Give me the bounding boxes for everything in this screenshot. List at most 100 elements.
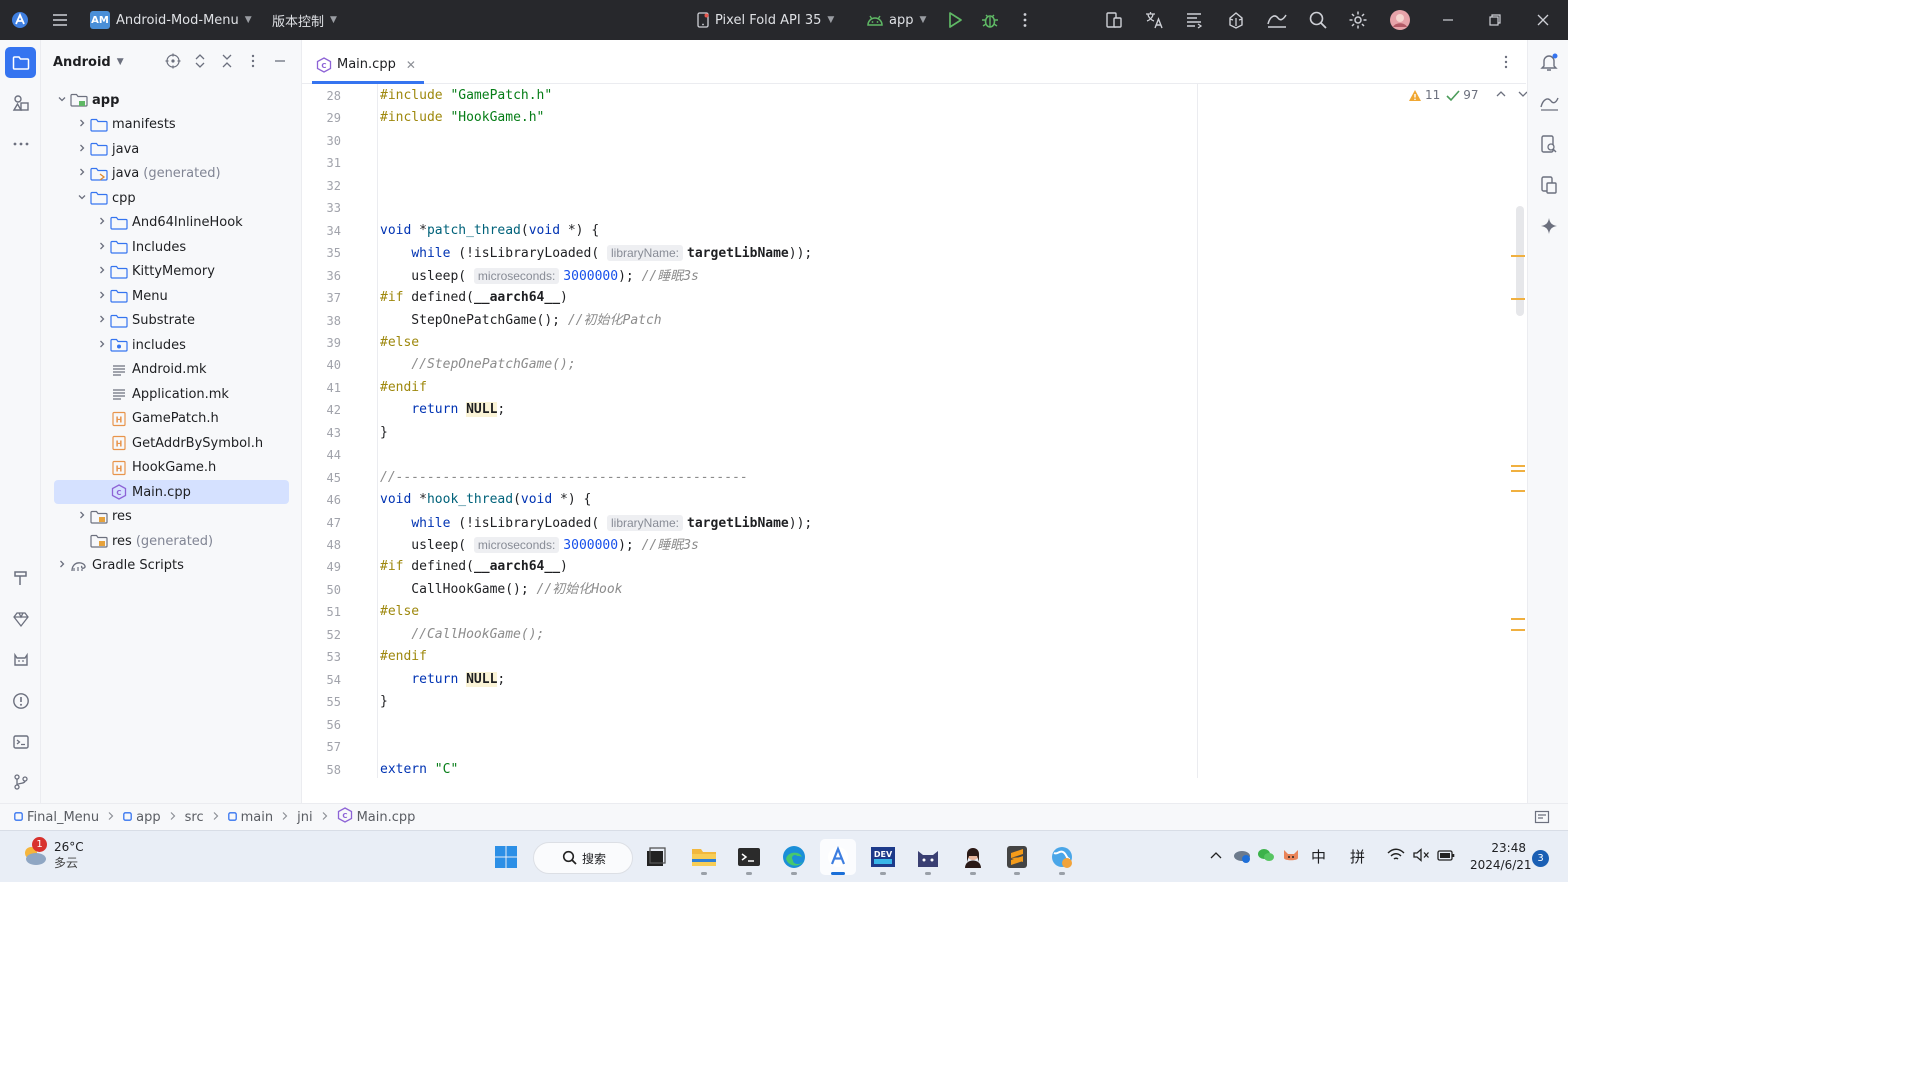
hide-panel-icon[interactable] [272,53,288,73]
terminal-icon[interactable] [5,726,36,757]
device-manager-icon[interactable] [1104,0,1124,40]
ai-sparkle-icon[interactable] [1539,216,1559,240]
code-line[interactable]: usleep( microseconds: 3000000); //睡眠3s [380,534,699,556]
volume-muted-icon[interactable] [1412,848,1430,866]
tree-item-menu[interactable]: Menu [54,284,289,308]
memory-indicator-icon[interactable] [1534,810,1550,828]
tree-item-res[interactable]: res [54,505,289,529]
breadcrumb-item[interactable]: app [123,810,161,825]
chevron-right-icon[interactable] [74,118,90,131]
chevron-right-icon[interactable] [94,241,110,254]
android-studio-button[interactable] [820,839,856,875]
chevron-down-icon[interactable] [74,192,90,205]
warning-marker[interactable] [1511,255,1525,257]
project-switcher[interactable]: AM Android-Mod-Menu ▼ [90,0,252,40]
gemini-chat-icon[interactable] [1266,0,1288,40]
chevron-right-icon[interactable] [94,265,110,278]
tree-item-java[interactable]: java (generated) [54,162,289,186]
code-line[interactable]: } [380,691,388,713]
task-view-button[interactable] [638,839,674,875]
chevron-right-icon[interactable] [94,314,110,327]
warning-marker[interactable] [1511,465,1525,467]
run-config-selector[interactable]: app ▼ [866,0,926,40]
breadcrumb-item[interactable]: src [185,810,204,825]
running-devices-icon[interactable] [1539,175,1559,199]
file-explorer-button[interactable] [686,839,722,875]
warning-marker[interactable] [1511,490,1525,492]
notifications-bell-icon[interactable] [1539,52,1559,76]
close-icon[interactable] [1533,0,1553,40]
tree-item-includes[interactable]: Includes [54,235,289,259]
resource-manager-icon[interactable] [5,87,36,118]
gem-icon[interactable] [5,603,36,634]
vcs-menu[interactable]: 版本控制 ▼ [272,0,337,40]
terminal-button[interactable] [731,839,767,875]
breadcrumb-item[interactable]: Final_Menu [14,810,99,825]
network-app-button[interactable] [1044,839,1080,875]
build-hammer-icon[interactable] [5,562,36,593]
breadcrumb-item[interactable]: main [227,810,273,825]
chevron-right-icon[interactable] [74,510,90,523]
code-line[interactable]: #if defined(__aarch64__) [380,287,568,309]
breadcrumb-item[interactable]: C Main.cpp [337,807,415,827]
search-icon[interactable] [1308,0,1328,40]
chevron-right-icon[interactable] [94,216,110,229]
clock[interactable]: 23:48 2024/6/21 [1470,840,1532,874]
code-line[interactable]: //CallHookGame(); [380,624,544,646]
panel-options-icon[interactable] [245,53,261,73]
chevron-down-icon[interactable]: ▼ [117,57,124,67]
user-avatar[interactable] [1389,0,1411,40]
tree-item-getaddrbysymbol-h[interactable]: H GetAddrBySymbol.h [54,431,289,455]
version-control-icon[interactable] [5,766,36,797]
wifi-icon[interactable] [1387,848,1405,866]
code-line[interactable]: void *patch_thread(void *) { [380,220,599,242]
code-line[interactable]: extern "C" [380,759,458,779]
tree-item-substrate[interactable]: Substrate [54,309,289,333]
code-line[interactable]: } [380,422,388,444]
code-line[interactable]: #endif [380,377,427,399]
run-icon[interactable] [946,0,964,40]
tree-item-includes[interactable]: includes [54,333,289,357]
show-hidden-icons-chevron-icon[interactable] [1209,849,1223,864]
tree-item-application-mk[interactable]: Application.mk [54,382,289,406]
edge-browser-button[interactable] [776,839,812,875]
code-line[interactable]: //--------------------------------------… [380,467,748,489]
warning-marker[interactable] [1511,298,1525,300]
code-line[interactable]: StepOnePatchGame(); //初始化Patch [380,310,661,332]
chevron-right-icon[interactable] [74,143,90,156]
logcat-icon[interactable] [5,644,36,675]
app-logo-icon[interactable] [10,0,30,40]
code-line[interactable]: usleep( microseconds: 3000000); //睡眠3s [380,265,699,287]
code-editor[interactable]: #include "GamePatch.h" #include "HookGame… [380,84,1526,778]
minimize-icon[interactable] [1438,0,1458,40]
code-line[interactable]: #include "HookGame.h" [380,107,544,129]
chevron-right-icon[interactable] [74,167,90,180]
warning-marker[interactable] [1511,629,1525,631]
project-view-selector[interactable]: Android [53,55,111,70]
cat-app-button[interactable] [910,839,946,875]
warning-marker[interactable] [1511,618,1525,620]
debug-icon[interactable] [981,0,999,40]
translate-icon[interactable] [1144,0,1164,40]
start-button[interactable] [488,839,524,875]
warning-marker[interactable] [1511,470,1525,472]
sublime-text-button[interactable] [999,839,1035,875]
code-line[interactable]: #else [380,332,419,354]
gemini-icon[interactable] [1539,93,1559,117]
locate-file-icon[interactable] [165,53,181,73]
code-line[interactable]: #include "GamePatch.h" [380,85,552,107]
chevron-down-icon[interactable] [54,94,70,107]
settings-gear-icon[interactable] [1348,0,1368,40]
code-line[interactable]: return NULL; [380,669,505,691]
taskbar-search[interactable]: 搜索 [533,842,633,874]
tree-item-app[interactable]: app [54,88,289,112]
tree-item-hookgame-h[interactable]: H HookGame.h [54,456,289,480]
code-line[interactable]: CallHookGame(); //初始化Hook [380,579,622,601]
main-menu-icon[interactable] [50,0,70,40]
structure-icon[interactable] [1184,0,1204,40]
tree-item-main-cpp[interactable]: C Main.cpp [54,480,289,504]
chevron-right-icon[interactable] [94,339,110,352]
fox-app-icon[interactable] [1282,846,1300,868]
code-line[interactable]: #else [380,601,419,623]
bug-report-icon[interactable] [1226,0,1246,40]
